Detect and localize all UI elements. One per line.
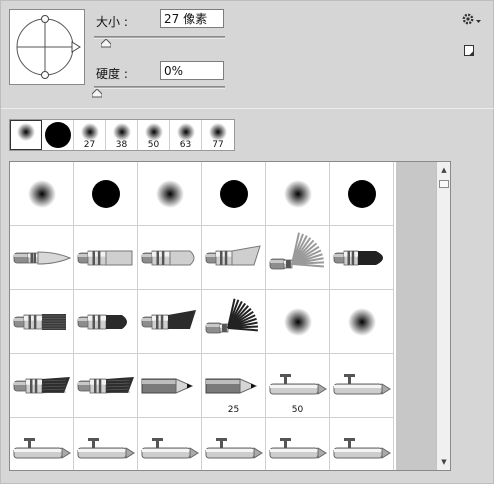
airbrush-brush-icon: [333, 374, 391, 395]
angled-dark-brush-icon: [141, 310, 196, 330]
brush-preset-cell[interactable]: [74, 418, 138, 470]
scrollbar-thumb[interactable]: [439, 180, 449, 188]
brush-size-label: 27: [83, 140, 96, 150]
brush-preset-cell[interactable]: [10, 226, 74, 290]
scroll-up-arrow-icon[interactable]: ▲: [437, 164, 450, 176]
brush-preset-cell[interactable]: [138, 418, 202, 470]
brush-preset-cell[interactable]: [330, 418, 394, 470]
brush-preset-cell[interactable]: [138, 162, 202, 226]
fan-brush-icon: [269, 232, 325, 270]
angled-bristle-brush-icon: [13, 377, 70, 394]
soft-brush-icon: [156, 180, 184, 208]
brush-preset-cell[interactable]: [330, 290, 394, 354]
recent-brush-tile[interactable]: 38: [106, 120, 138, 150]
brush-preset-cell[interactable]: [138, 354, 202, 418]
angled-brush-brush-icon: [205, 245, 261, 266]
recent-brushes-strip: 27 38 50 63 77: [9, 119, 235, 151]
soft-brush-icon: [28, 180, 56, 208]
hardness-field[interactable]: 0%: [160, 61, 224, 80]
airbrush-brush-icon: [205, 438, 263, 459]
brush-preset-cell[interactable]: [202, 226, 266, 290]
soft-round-brush-icon: [17, 123, 35, 141]
recent-brush-tile[interactable]: 50: [138, 120, 170, 150]
brush-preset-cell[interactable]: [10, 290, 74, 354]
brush-presets-list: 25 50 ▲ ▼: [9, 161, 451, 471]
brush-preset-cell[interactable]: [266, 162, 330, 226]
brush-preset-cell[interactable]: [74, 354, 138, 418]
round-dark-brush-icon: [333, 250, 383, 266]
grid-empty-area: [396, 162, 436, 470]
flat-bristle-brush-icon: [13, 314, 66, 330]
hardness-label: 硬度 :: [96, 67, 128, 81]
separator: [1, 108, 494, 109]
brush-preset-cell[interactable]: [266, 226, 330, 290]
new-preset-icon[interactable]: [462, 44, 476, 58]
size-slider-thumb[interactable]: [100, 39, 111, 48]
recent-brush-tile[interactable]: 27: [74, 120, 106, 150]
brush-size-label: 38: [115, 140, 128, 150]
soft-brush-icon: [284, 180, 312, 208]
brush-preset-cell[interactable]: [330, 162, 394, 226]
size-field[interactable]: 27 像素: [160, 9, 224, 28]
brush-preset-cell[interactable]: [138, 290, 202, 354]
brush-preset-cell[interactable]: [202, 418, 266, 470]
brush-size-label: 63: [179, 140, 192, 150]
hardness-slider-thumb[interactable]: [92, 89, 102, 98]
size-label: 大小 :: [96, 15, 128, 29]
brush-preset-cell[interactable]: [74, 226, 138, 290]
flat-brush-brush-icon: [77, 250, 133, 266]
hard-round-brush-icon: [45, 122, 71, 148]
brush-preset-cell[interactable]: [10, 418, 74, 470]
vertical-scrollbar[interactable]: ▲ ▼: [436, 162, 450, 470]
recent-brush-tile[interactable]: 63: [170, 120, 202, 150]
soft-brush-icon: [284, 308, 312, 336]
brush-preset-cell[interactable]: [266, 418, 330, 470]
angled-bristle-brush-icon: [77, 377, 134, 394]
brush-preset-cell[interactable]: [74, 290, 138, 354]
brush-preset-cell[interactable]: [74, 162, 138, 226]
brush-preset-cell[interactable]: [266, 290, 330, 354]
flat-round-dark-brush-icon: [77, 314, 127, 330]
hardness-slider-track[interactable]: [94, 86, 225, 89]
brush-preset-cell[interactable]: [10, 354, 74, 418]
flat-round-brush-icon: [141, 250, 195, 266]
size-slider-track[interactable]: [94, 36, 225, 39]
soft-brush-icon: [348, 308, 376, 336]
fan-dark-brush-icon: [205, 298, 259, 334]
brush-preset-cell[interactable]: [330, 354, 394, 418]
airbrush-brush-icon: [13, 438, 71, 459]
hard-brush-icon: [220, 180, 248, 208]
recent-brush-tile[interactable]: [42, 120, 74, 150]
brush-preset-cell[interactable]: [138, 226, 202, 290]
brush-angle-roundness-preview[interactable]: [9, 9, 85, 85]
scroll-down-arrow-icon[interactable]: ▼: [437, 456, 450, 468]
brush-preset-cell[interactable]: [202, 162, 266, 226]
airbrush-brush-icon: [77, 438, 135, 459]
brush-preset-panel: 大小 : 27 像素 硬度 : 0% 27 38 50 63 77 25 50 ▲ ▼: [0, 0, 494, 484]
pencil-brush-icon: [141, 378, 194, 394]
brush-size-label: 50: [291, 405, 304, 415]
brush-preset-cell[interactable]: 50: [266, 354, 330, 418]
round-point-brush-icon: [13, 251, 72, 265]
brush-size-label: 77: [212, 140, 224, 150]
brush-size-label: 50: [147, 140, 160, 150]
hard-brush-icon: [348, 180, 376, 208]
brush-preset-cell[interactable]: 25: [202, 354, 266, 418]
brush-presets-grid: 25 50: [10, 162, 398, 470]
recent-brush-tile[interactable]: [10, 120, 42, 150]
recent-brush-tile[interactable]: 77: [202, 120, 234, 150]
brush-preset-cell[interactable]: [202, 290, 266, 354]
brush-preset-cell[interactable]: [330, 226, 394, 290]
airbrush-brush-icon: [333, 438, 391, 459]
airbrush-brush-icon: [141, 438, 199, 459]
brush-preset-cell[interactable]: [10, 162, 74, 226]
hard-brush-icon: [92, 180, 120, 208]
airbrush-brush-icon: [269, 438, 327, 459]
brush-size-label: 25: [227, 405, 240, 415]
gear-icon[interactable]: [461, 11, 483, 27]
